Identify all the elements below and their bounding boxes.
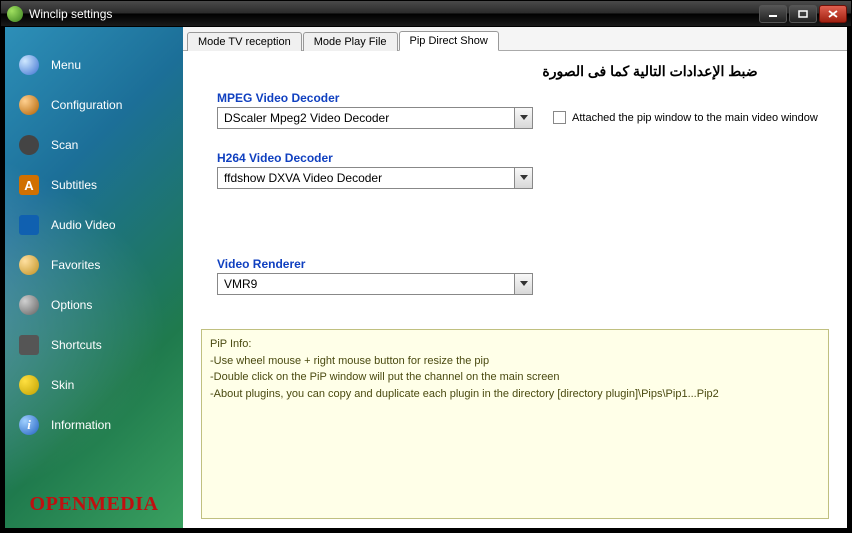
body: Menu Configuration Scan A Subtitles Audi…	[1, 27, 851, 532]
mpeg-decoder-select[interactable]: DScaler Mpeg2 Video Decoder	[217, 107, 533, 129]
sidebar-item-subtitles[interactable]: A Subtitles	[5, 165, 183, 205]
sidebar-item-label: Favorites	[51, 258, 100, 272]
video-renderer-label: Video Renderer	[217, 257, 831, 271]
sidebar-item-label: Skin	[51, 378, 74, 392]
sidebar-item-label: Audio Video	[51, 218, 116, 232]
tools-icon	[19, 95, 39, 115]
video-renderer-value: VMR9	[218, 277, 514, 291]
h264-decoder-select[interactable]: ffdshow DXVA Video Decoder	[217, 167, 533, 189]
window-title: Winclip settings	[29, 7, 759, 21]
sidebar-item-label: Shortcuts	[51, 338, 102, 352]
pip-info-box: PiP Info: -Use wheel mouse + right mouse…	[201, 329, 829, 519]
sidebar-item-label: Information	[51, 418, 111, 432]
chevron-down-icon[interactable]	[514, 274, 532, 294]
arabic-heading: ضبط الإعدادات التالية كما فى الصورة	[483, 63, 817, 80]
subtitles-icon: A	[19, 175, 39, 195]
tab-pip-direct-show[interactable]: Pip Direct Show	[399, 31, 499, 51]
sidebar-item-menu[interactable]: Menu	[5, 45, 183, 85]
keyboard-icon	[19, 335, 39, 355]
person-icon	[19, 255, 39, 275]
attach-pip-checkbox[interactable]	[553, 111, 566, 124]
info-icon: i	[19, 415, 39, 435]
sidebar: Menu Configuration Scan A Subtitles Audi…	[5, 27, 183, 528]
info-heading: PiP Info:	[210, 336, 820, 353]
titlebar[interactable]: Winclip settings	[1, 1, 851, 27]
mpeg-decoder-label: MPEG Video Decoder	[217, 91, 831, 105]
video-renderer-select[interactable]: VMR9	[217, 273, 533, 295]
info-line: -Use wheel mouse + right mouse button fo…	[210, 353, 820, 370]
sidebar-item-label: Scan	[51, 138, 78, 152]
info-line: -About plugins, you can copy and duplica…	[210, 386, 820, 403]
attach-pip-checkbox-row[interactable]: Attached the pip window to the main vide…	[553, 111, 818, 124]
sidebar-item-audio-video[interactable]: Audio Video	[5, 205, 183, 245]
sidebar-item-label: Menu	[51, 58, 81, 72]
sidebar-item-label: Configuration	[51, 98, 122, 112]
sidebar-item-information[interactable]: i Information	[5, 405, 183, 445]
close-button[interactable]	[819, 5, 847, 23]
app-icon	[7, 6, 23, 22]
sidebar-item-label: Subtitles	[51, 178, 97, 192]
screen-icon	[19, 215, 39, 235]
sidebar-item-shortcuts[interactable]: Shortcuts	[5, 325, 183, 365]
sidebar-item-label: Options	[51, 298, 92, 312]
maximize-button[interactable]	[789, 5, 817, 23]
sidebar-item-options[interactable]: Options	[5, 285, 183, 325]
window-buttons	[759, 5, 847, 23]
chevron-down-icon[interactable]	[514, 108, 532, 128]
sidebar-item-scan[interactable]: Scan	[5, 125, 183, 165]
tab-content: ضبط الإعدادات التالية كما فى الصورة MPEG…	[183, 51, 847, 305]
sidebar-item-favorites[interactable]: Favorites	[5, 245, 183, 285]
camera-icon	[19, 135, 39, 155]
info-line: -Double click on the PiP window will put…	[210, 369, 820, 386]
face-icon	[19, 375, 39, 395]
mpeg-decoder-value: DScaler Mpeg2 Video Decoder	[218, 111, 514, 125]
magnifier-icon	[19, 55, 39, 75]
tab-mode-play-file[interactable]: Mode Play File	[303, 32, 398, 51]
tab-mode-tv-reception[interactable]: Mode TV reception	[187, 32, 302, 51]
sidebar-item-configuration[interactable]: Configuration	[5, 85, 183, 125]
main-panel: Mode TV reception Mode Play File Pip Dir…	[183, 27, 847, 528]
h264-decoder-value: ffdshow DXVA Video Decoder	[218, 171, 514, 185]
h264-decoder-label: H264 Video Decoder	[217, 151, 831, 165]
brand-logo: OPENMEDIA	[5, 493, 183, 516]
gear-icon	[19, 295, 39, 315]
attach-pip-label: Attached the pip window to the main vide…	[572, 112, 818, 124]
window: Winclip settings Menu Configuration	[0, 0, 852, 533]
minimize-button[interactable]	[759, 5, 787, 23]
chevron-down-icon[interactable]	[514, 168, 532, 188]
sidebar-item-skin[interactable]: Skin	[5, 365, 183, 405]
tab-bar: Mode TV reception Mode Play File Pip Dir…	[183, 27, 847, 51]
